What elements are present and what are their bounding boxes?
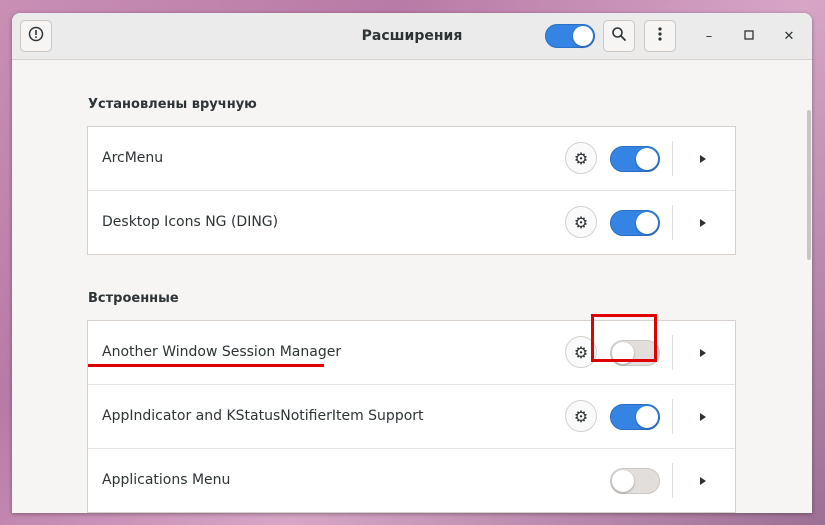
- highlight-box: [591, 314, 657, 362]
- toggle-knob: [636, 406, 658, 428]
- divider: [672, 399, 673, 434]
- settings-button[interactable]: ⚙: [565, 206, 597, 238]
- highlight-underline: [88, 364, 324, 367]
- toggle-knob: [636, 212, 658, 234]
- chevron-right-icon: [700, 412, 706, 421]
- window-title: Расширения: [361, 28, 463, 44]
- expand-button[interactable]: [693, 191, 713, 254]
- close-button[interactable]: ✕: [779, 26, 799, 46]
- extension-name: Applications Menu: [102, 472, 231, 488]
- extension-toggle[interactable]: [610, 404, 660, 430]
- extensions-master-toggle[interactable]: [545, 24, 595, 48]
- list-item: Desktop Icons NG (DING) ⚙: [88, 191, 735, 254]
- minimize-icon: –: [705, 28, 713, 44]
- expand-button[interactable]: [693, 385, 713, 448]
- menu-button[interactable]: [644, 20, 676, 52]
- list-item: Applications Menu: [88, 449, 735, 512]
- gear-icon: ⚙: [573, 406, 589, 426]
- chevron-right-icon: [700, 348, 706, 357]
- scrollbar[interactable]: [807, 110, 811, 260]
- header-bar: Расширения – ✕: [12, 13, 812, 60]
- extension-name: AppIndicator and KStatusNotifierItem Sup…: [102, 408, 424, 424]
- divider: [672, 205, 673, 240]
- exclamation-icon: [28, 26, 44, 46]
- chevron-right-icon: [700, 154, 706, 163]
- divider: [672, 463, 673, 498]
- extension-toggle[interactable]: [610, 146, 660, 172]
- expand-button[interactable]: [693, 449, 713, 512]
- list-item: AppIndicator and KStatusNotifierItem Sup…: [88, 385, 735, 449]
- expand-button[interactable]: [693, 127, 713, 190]
- divider: [672, 335, 673, 370]
- gear-icon: ⚙: [573, 212, 589, 232]
- search-button[interactable]: [603, 20, 635, 52]
- list-item: ArcMenu ⚙: [88, 127, 735, 191]
- extensions-window: Расширения – ✕ Установлены вручную ArcMe…: [12, 13, 812, 513]
- extension-name: ArcMenu: [102, 150, 164, 166]
- maximize-button[interactable]: [739, 26, 759, 46]
- divider: [672, 141, 673, 176]
- chevron-right-icon: [700, 218, 706, 227]
- maximize-icon: [744, 29, 754, 44]
- settings-button[interactable]: ⚙: [565, 400, 597, 432]
- toggle-knob: [636, 148, 658, 170]
- minimize-button[interactable]: –: [699, 26, 719, 46]
- toggle-knob: [612, 470, 634, 492]
- gear-icon: ⚙: [573, 148, 589, 168]
- close-icon: ✕: [783, 28, 795, 44]
- section-title-user: Установлены вручную: [88, 97, 257, 112]
- extension-toggle[interactable]: [610, 210, 660, 236]
- chevron-right-icon: [700, 476, 706, 485]
- user-extensions-list: ArcMenu ⚙ Desktop Icons NG (DING) ⚙: [87, 126, 736, 255]
- expand-button[interactable]: [693, 321, 713, 384]
- settings-button[interactable]: ⚙: [565, 142, 597, 174]
- gear-icon: ⚙: [573, 342, 589, 362]
- vertical-dots-icon: [652, 26, 668, 46]
- search-icon: [611, 26, 627, 46]
- extension-name: Another Window Session Manager: [102, 344, 342, 360]
- extensions-content: Установлены вручную ArcMenu ⚙ Desktop Ic…: [12, 60, 812, 513]
- info-button[interactable]: [20, 20, 52, 52]
- section-title-builtin: Встроенные: [88, 291, 179, 306]
- extension-toggle[interactable]: [610, 468, 660, 494]
- toggle-knob: [573, 26, 593, 46]
- extension-name: Desktop Icons NG (DING): [102, 214, 279, 230]
